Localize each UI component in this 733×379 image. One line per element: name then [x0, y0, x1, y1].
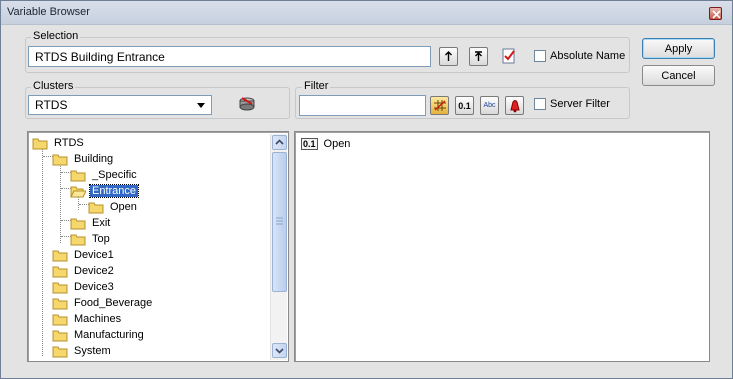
folder-icon [52, 154, 68, 165]
tree-item-label: Manufacturing [74, 329, 144, 341]
absolute-name-label: Absolute Name [550, 50, 626, 62]
variable-item[interactable]: 0.1 Open [301, 138, 350, 150]
server-filter-label: Server Filter [550, 98, 610, 110]
arrow-up-icon [445, 51, 452, 61]
filter-input[interactable] [299, 95, 426, 116]
tree-item[interactable]: Open [88, 199, 139, 215]
cluster-connect-icon[interactable] [237, 95, 257, 113]
variable-browser-window: Variable Browser Selection Absolute Name… [0, 0, 733, 379]
tree-item-label: Device3 [74, 281, 114, 293]
filter-alarm-button[interactable] [505, 96, 524, 115]
tree-item-label: Building [74, 153, 114, 165]
title-bar[interactable]: Variable Browser [1, 1, 732, 25]
tree-item-label: Open [110, 201, 137, 213]
folder-icon [52, 330, 68, 341]
server-filter-checkbox[interactable] [534, 98, 546, 110]
window-title: Variable Browser [7, 6, 90, 18]
folder-icon [70, 170, 86, 181]
numeric-type-icon: 0.1 [458, 100, 471, 111]
folder-icon [88, 202, 104, 213]
wildcard-icon [433, 100, 446, 111]
cluster-tree-panel[interactable]: RTDS Building _Specific Entrance Open Ex… [27, 131, 289, 362]
tree-item[interactable]: Manufacturing [52, 327, 146, 343]
numeric-type-icon: 0.1 [301, 138, 318, 150]
tree-item-label: Device2 [74, 265, 114, 277]
up-level-button[interactable] [439, 47, 458, 66]
tree-item[interactable]: Exit [70, 215, 112, 231]
folder-icon [52, 250, 68, 261]
tree-item-label: Food_Beverage [74, 297, 153, 309]
tree-item-label: Device1 [74, 249, 114, 261]
scroll-down-button[interactable] [272, 343, 287, 358]
filter-any-type-button[interactable] [430, 96, 449, 115]
server-filter-option[interactable]: Server Filter [534, 98, 610, 110]
filter-input-field[interactable] [306, 99, 419, 113]
filter-numeric-button[interactable]: 0.1 [455, 96, 474, 115]
tree-item[interactable]: Machines [52, 311, 123, 327]
chevron-down-icon [275, 348, 284, 354]
tree-item[interactable]: Building [52, 151, 115, 167]
variable-item-label: Open [323, 138, 351, 150]
tree-item-label: System [74, 345, 111, 357]
chevron-down-icon [197, 103, 205, 108]
folder-icon [70, 234, 86, 245]
tree-item-label: Exit [92, 217, 111, 229]
validate-icon[interactable] [501, 47, 517, 65]
tree-item[interactable]: Top [70, 231, 112, 247]
scroll-thumb[interactable] [272, 152, 287, 292]
selection-input-field[interactable] [35, 50, 424, 64]
tree-item[interactable]: _Specific [70, 167, 139, 183]
tree-item-label: _Specific [92, 169, 137, 181]
folder-icon [52, 346, 68, 357]
selection-legend: Selection [31, 30, 81, 42]
variables-panel[interactable]: 0.1 Open [294, 131, 710, 362]
filter-legend: Filter [302, 80, 331, 92]
tree-item[interactable]: Device1 [52, 247, 116, 263]
tree-item-selected[interactable]: Entrance [70, 183, 140, 199]
clusters-dropdown[interactable]: RTDS [28, 95, 212, 115]
tree-item[interactable]: Food_Beverage [52, 295, 154, 311]
grip-icon [276, 217, 283, 225]
apply-button[interactable]: Apply [642, 38, 715, 59]
scroll-up-button[interactable] [272, 135, 287, 150]
chevron-up-icon [275, 139, 284, 145]
tree-scrollbar[interactable] [270, 134, 287, 360]
folder-icon [52, 266, 68, 277]
tree-item-label: RTDS [54, 137, 84, 149]
absolute-name-checkbox[interactable] [534, 50, 546, 62]
folder-icon [52, 314, 68, 325]
folder-icon [70, 218, 86, 229]
tree-item[interactable]: Device3 [52, 279, 116, 295]
clusters-selected-value: RTDS [35, 98, 68, 112]
filter-text-button[interactable]: Abc [480, 96, 499, 115]
tree-item-label: Machines [74, 313, 122, 325]
bell-icon [509, 99, 520, 112]
clusters-legend: Clusters [31, 80, 76, 92]
top-level-button[interactable] [469, 47, 488, 66]
text-type-icon: Abc [483, 102, 496, 109]
tree-item[interactable]: Device2 [52, 263, 116, 279]
folder-icon [52, 298, 68, 309]
arrow-top-icon [475, 51, 482, 61]
tree-line [42, 147, 43, 356]
tree-item-label: Top [92, 233, 110, 245]
folder-icon [32, 138, 48, 149]
close-button[interactable] [709, 7, 722, 20]
tree-line [60, 163, 61, 243]
selection-input[interactable] [28, 46, 431, 67]
open-folder-icon [70, 186, 86, 197]
cancel-button[interactable]: Cancel [642, 65, 715, 86]
absolute-name-option[interactable]: Absolute Name [534, 50, 625, 62]
tree-item-label: Entrance [88, 184, 140, 198]
tree-item[interactable]: System [52, 343, 113, 359]
tree-item[interactable]: RTDS [32, 135, 86, 151]
close-icon [712, 10, 721, 19]
folder-icon [52, 282, 68, 293]
